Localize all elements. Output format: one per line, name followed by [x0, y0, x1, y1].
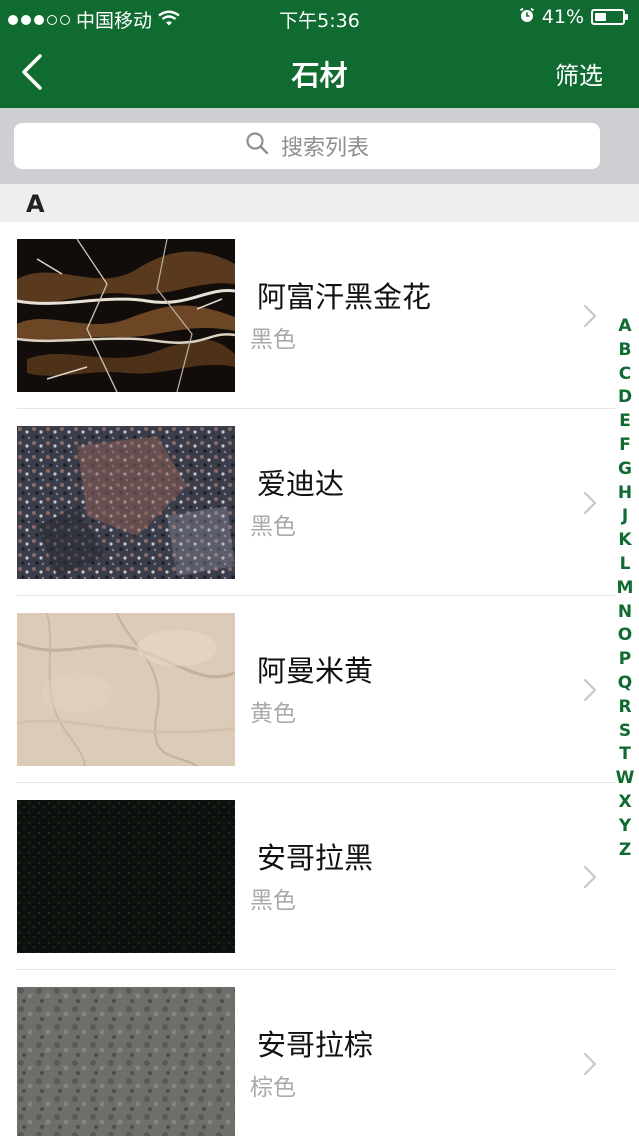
section-header: A [0, 184, 639, 222]
battery-level-fill [595, 13, 606, 21]
stone-name: 阿曼米黄 [257, 654, 374, 688]
status-bar: 中国移动 下午5:36 41% [0, 0, 639, 36]
stone-color: 棕色 [250, 1075, 296, 1101]
status-right: 41% [519, 6, 628, 28]
stone-name: 阿富汗黑金花 [257, 280, 432, 314]
index-letter-w[interactable]: W [616, 767, 635, 791]
stone-thumbnail [17, 613, 235, 766]
index-letter-l[interactable]: L [620, 553, 631, 577]
index-letter-n[interactable]: N [618, 601, 632, 625]
stone-thumbnail [17, 987, 235, 1136]
list-item[interactable]: 阿富汗黑金花 黑色 [0, 222, 615, 409]
stone-list: 阿富汗黑金花 黑色 爱迪达 黑色 阿曼米黄 黄色 安哥拉黑 黑色 安哥拉棕 棕色 [0, 222, 615, 1136]
index-letter-o[interactable]: O [618, 624, 632, 648]
navigation-bar: 石材 筛选 [0, 36, 639, 108]
battery-percent: 41% [541, 6, 584, 28]
index-letter-p[interactable]: P [619, 648, 631, 672]
stone-color: 黑色 [250, 514, 296, 540]
chevron-right-icon [582, 863, 598, 895]
search-bar: 搜索列表 [0, 108, 639, 184]
index-letter-a[interactable]: A [618, 315, 631, 339]
stone-name: 安哥拉棕 [257, 1028, 374, 1062]
index-letter-z[interactable]: Z [619, 839, 631, 863]
index-letter-r[interactable]: R [618, 696, 631, 720]
list-item[interactable]: 安哥拉黑 黑色 [0, 783, 615, 970]
list-item[interactable]: 安哥拉棕 棕色 [0, 970, 615, 1136]
index-letter-d[interactable]: D [618, 386, 632, 410]
app-header: 中国移动 下午5:36 41% 石材 筛选 [0, 0, 639, 108]
stone-thumbnail [17, 800, 235, 953]
index-letter-t[interactable]: T [619, 743, 631, 767]
index-letter-h[interactable]: H [618, 482, 632, 506]
search-input[interactable]: 搜索列表 [14, 123, 600, 169]
index-letter-x[interactable]: X [618, 791, 631, 815]
stone-color: 黑色 [250, 888, 296, 914]
search-placeholder: 搜索列表 [280, 136, 369, 161]
index-letter-m[interactable]: M [617, 577, 634, 601]
index-letter-b[interactable]: B [619, 339, 632, 363]
stone-thumbnail [17, 426, 235, 579]
chevron-right-icon [582, 489, 598, 521]
filter-button[interactable]: 筛选 [555, 56, 603, 91]
index-letter-e[interactable]: E [619, 410, 631, 434]
page-title: 石材 [291, 59, 348, 92]
index-letter-q[interactable]: Q [618, 672, 632, 696]
chevron-right-icon [582, 1050, 598, 1082]
stone-color: 黑色 [250, 327, 296, 353]
back-button[interactable] [18, 48, 62, 96]
chevron-right-icon [582, 302, 598, 334]
index-letter-s[interactable]: S [619, 720, 631, 744]
index-letter-y[interactable]: Y [619, 815, 631, 839]
list-item[interactable]: 阿曼米黄 黄色 [0, 596, 615, 783]
stone-name: 安哥拉黑 [257, 841, 374, 875]
index-letter-c[interactable]: C [619, 363, 631, 387]
stone-thumbnail [17, 239, 235, 392]
index-letter-f[interactable]: F [619, 434, 631, 458]
battery-icon [591, 9, 628, 25]
chevron-left-icon [18, 54, 48, 100]
list-item[interactable]: 爱迪达 黑色 [0, 409, 615, 596]
stone-name: 爱迪达 [257, 467, 345, 501]
chevron-right-icon [582, 676, 598, 708]
index-letter-j[interactable]: J [622, 505, 628, 529]
stone-list-screen: 中国移动 下午5:36 41% 石材 筛选 搜索列表 A 阿富汗黑金花 黑色 爱… [0, 0, 639, 1136]
index-letter-g[interactable]: G [618, 458, 632, 482]
alphabet-index: ABCDEFGHJKLMNOPQRSTWXYZ [614, 315, 636, 862]
index-letter-k[interactable]: K [618, 529, 631, 553]
stone-color: 黄色 [250, 701, 296, 727]
alarm-clock-icon [519, 6, 535, 28]
search-icon [245, 131, 269, 161]
